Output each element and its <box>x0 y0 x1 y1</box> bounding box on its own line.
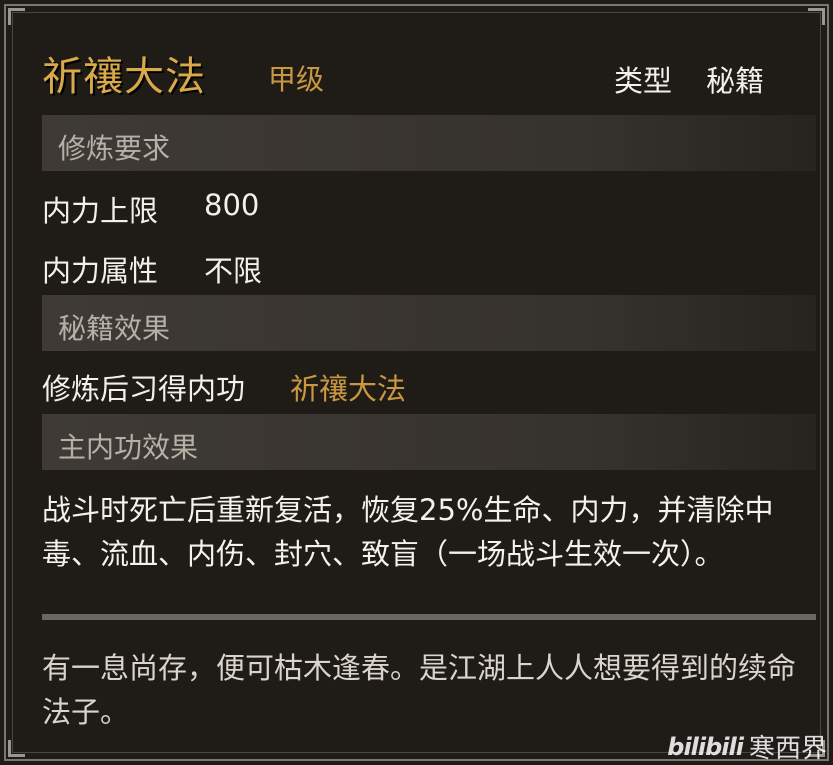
item-type-value: 秘籍 <box>706 64 765 98</box>
section-requirements-title: 修炼要求 <box>58 132 171 165</box>
section-book-effect-title: 秘籍效果 <box>58 312 171 345</box>
section-main-effect-title: 主内功效果 <box>58 431 199 464</box>
book-effect-label: 修炼后习得内功 <box>42 372 246 406</box>
main-effect-description: 战斗时死亡后重新复活，恢复25%生命、内力，并清除中毒、流血、内伤、封穴、致盲（… <box>42 493 774 571</box>
section-book-effect: 秘籍效果 <box>42 295 816 351</box>
section-main-effect: 主内功效果 <box>42 414 816 470</box>
divider <box>42 614 816 620</box>
requirement-value-internal-attribute: 不限 <box>204 254 263 288</box>
requirement-label-max-internal-power: 内力上限 <box>42 194 159 228</box>
item-tooltip-panel: 祈禳大法 甲级 类型 秘籍 修炼要求 内力上限 800 内力属性 不限 秘籍效果… <box>0 0 833 765</box>
item-grade: 甲级 <box>268 63 325 96</box>
section-requirements: 修炼要求 <box>42 115 816 171</box>
requirement-label-internal-attribute: 内力属性 <box>42 254 159 288</box>
item-type-label: 类型 <box>614 64 673 98</box>
flavor-text: 有一息尚存，便可枯木逢春。是江湖上人人想要得到的续命法子。 <box>42 651 797 729</box>
item-title: 祈禳大法 <box>42 54 206 100</box>
requirement-value-max-internal-power: 800 <box>204 188 260 222</box>
book-effect-skill-name: 祈禳大法 <box>290 372 407 406</box>
watermark-author: 寒西界 <box>748 734 827 764</box>
bilibili-logo-icon: bilibili <box>667 732 744 761</box>
watermark: bilibili 寒西界 <box>667 728 827 765</box>
